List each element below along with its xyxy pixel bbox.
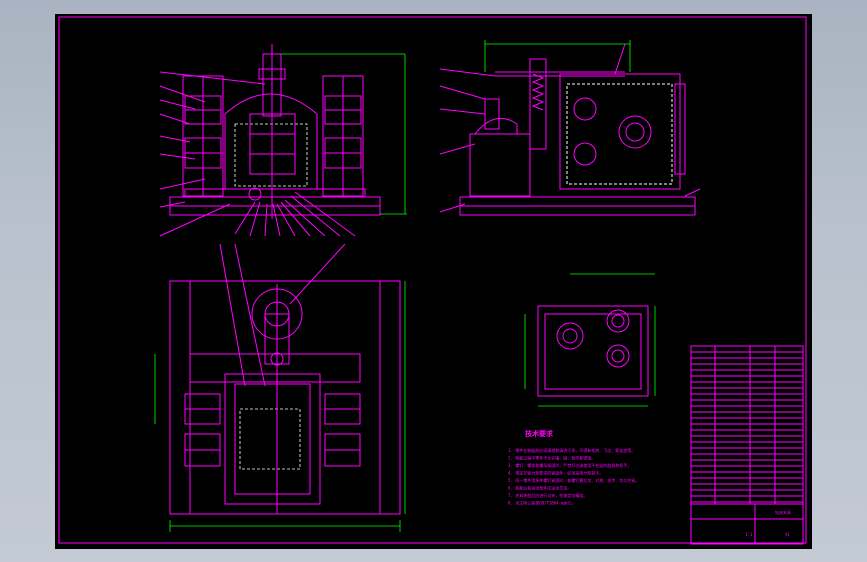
front-view bbox=[159, 44, 407, 237]
tech-req-line: 1. 零件在装配前必须清理和清洗干净，不得有毛刺、飞边、氧化皮等。 bbox=[508, 447, 635, 453]
tech-req-line: 6. 装配后各运动部件应运动灵活。 bbox=[508, 485, 571, 491]
plan-view bbox=[154, 243, 406, 532]
tech-req-line: 7. 夹具装配后应进行试夹，检查定位精度。 bbox=[508, 492, 587, 498]
tech-req-line: 2. 装配过程中零件不允许磕、碰、划伤和锈蚀。 bbox=[508, 455, 595, 461]
detail-view bbox=[524, 273, 656, 407]
drawing-name: 钻床夹具 bbox=[775, 509, 791, 515]
drawing-frame bbox=[58, 16, 807, 544]
tech-req-title: 技术要求 bbox=[525, 429, 554, 438]
tech-req-line: 5. 同一零件用多件螺钉紧固时，各螺钉需交叉、对称、逐步、均匀拧紧。 bbox=[508, 477, 639, 483]
tech-req-line: 4. 规定拧紧力矩要求的紧固件，必须采用力矩扳手。 bbox=[508, 470, 603, 476]
tech-req-line: 3. 螺钉、螺栓和螺母紧固时，严禁打击或使用不合适的旋具和扳手。 bbox=[508, 462, 631, 468]
drawing-scale: 1:1 bbox=[745, 532, 753, 537]
sheet-size: A1 bbox=[785, 532, 790, 537]
side-view bbox=[439, 40, 701, 216]
cad-drawing-viewport[interactable]: 技术要求 1. 零件在装配前必须清理和清洗干净，不得有毛刺、飞边、氧化皮等。 2.… bbox=[55, 14, 812, 549]
technical-requirements: 技术要求 1. 零件在装配前必须清理和清洗干净，不得有毛刺、飞边、氧化皮等。 2.… bbox=[508, 429, 639, 506]
tech-req-line: 8. 未注明公差按GB/T1804-m执行。 bbox=[508, 500, 575, 506]
title-block: 钻床夹具 1:1 A1 bbox=[690, 345, 804, 545]
drawing-canvas: 技术要求 1. 零件在装配前必须清理和清洗干净，不得有毛刺、飞边、氧化皮等。 2.… bbox=[58, 16, 807, 545]
